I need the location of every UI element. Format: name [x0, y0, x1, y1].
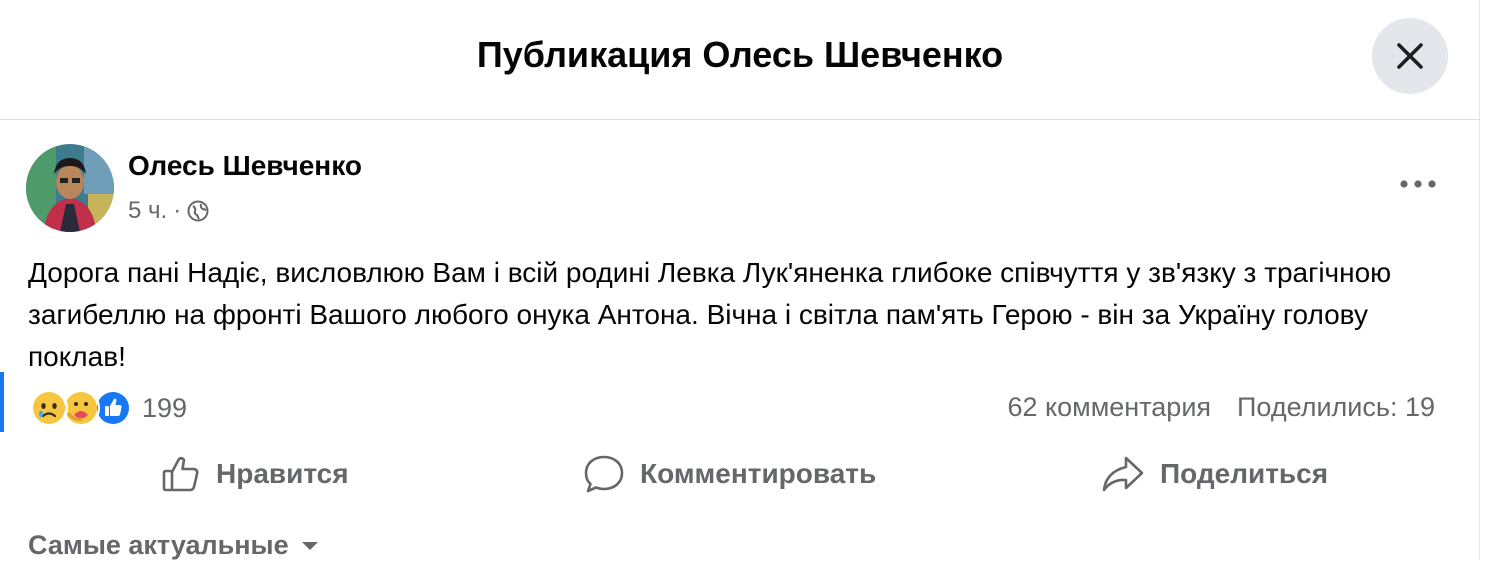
post-text: Дорога пані Надіє, висловлюю Вам і всій …: [28, 257, 1392, 372]
post-time[interactable]: 5 ч.: [128, 197, 167, 225]
like-button[interactable]: Нравится: [160, 446, 349, 502]
thumbs-up-icon: [162, 456, 199, 492]
comment-icon: [584, 455, 624, 493]
comment-button[interactable]: Комментировать: [582, 446, 876, 502]
author-name[interactable]: Олесь Шевченко: [128, 150, 362, 182]
reaction-count[interactable]: 199: [142, 393, 187, 424]
post-meta: 5 ч. ·: [128, 196, 209, 226]
comments-count[interactable]: 62 комментария: [1008, 392, 1212, 423]
close-icon: [1397, 43, 1423, 69]
sad-icon: [30, 389, 68, 427]
dialog-title: Публикация Олесь Шевченко: [476, 34, 1004, 75]
dialog-header: Публикация Олесь Шевченко: [0, 0, 1480, 120]
comments-sort-dropdown[interactable]: Самые актуальные: [28, 530, 321, 561]
share-button-label: Поделиться: [1160, 458, 1329, 489]
caret-down-icon: [301, 541, 318, 550]
action-bar: Нравится Комментировать Поделиться: [0, 446, 1480, 502]
post-stats: 62 комментария Поделились: 19: [1008, 392, 1436, 423]
comment-button-label: Комментировать: [640, 458, 877, 489]
more-icon: [1400, 180, 1436, 188]
shares-count[interactable]: Поделились: 19: [1237, 392, 1435, 423]
avatar[interactable]: [26, 144, 114, 232]
focus-indicator: [0, 372, 4, 432]
reactions-summary[interactable]: 199: [30, 388, 187, 428]
avatar-image: [26, 144, 114, 232]
meta-separator: ·: [173, 197, 182, 224]
more-options-button[interactable]: [1392, 166, 1444, 202]
share-icon: [1102, 456, 1144, 492]
close-button[interactable]: [1372, 18, 1448, 94]
globe-icon: [187, 200, 209, 222]
like-button-label: Нравится: [216, 458, 349, 489]
post-dialog: Публикация Олесь Шевченко Олесь Шевченко…: [0, 0, 1480, 560]
share-button[interactable]: Поделиться: [1100, 446, 1328, 502]
comments-sort-label: Самые актуальные: [28, 530, 289, 560]
